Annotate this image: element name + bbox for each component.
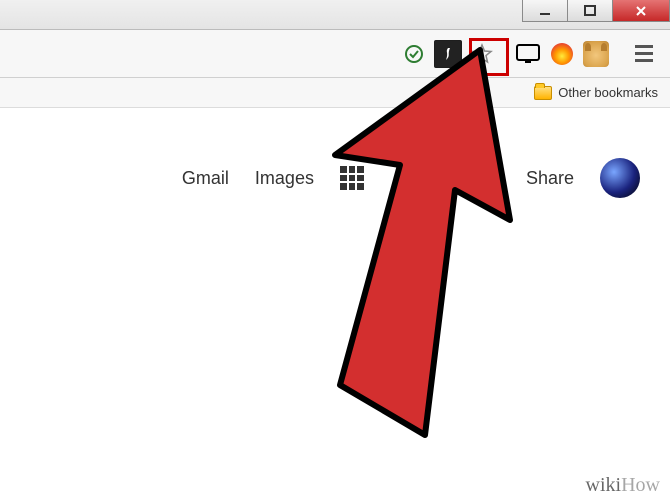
profile-avatar[interactable] xyxy=(600,158,640,198)
close-icon xyxy=(634,4,648,18)
gmail-link[interactable]: Gmail xyxy=(182,168,229,189)
maximize-button[interactable] xyxy=(567,0,613,22)
other-bookmarks-link[interactable]: Other bookmarks xyxy=(558,85,658,100)
menu-button[interactable] xyxy=(630,40,658,68)
callout-arrow-icon xyxy=(270,40,530,460)
maximize-icon xyxy=(584,5,596,17)
minimize-button[interactable] xyxy=(522,0,568,22)
window-titlebar xyxy=(0,0,670,30)
close-button[interactable] xyxy=(612,0,670,22)
window-buttons xyxy=(523,0,670,29)
minimize-icon xyxy=(539,5,551,17)
watermark: wikiHow xyxy=(586,474,660,497)
watermark-prefix: wiki xyxy=(586,474,622,496)
menu-icon xyxy=(635,45,653,48)
flame-extension-icon[interactable] xyxy=(548,40,576,68)
folder-icon xyxy=(534,86,552,100)
watermark-suffix: How xyxy=(621,474,660,496)
doge-extension-icon[interactable] xyxy=(582,40,610,68)
share-link[interactable]: Share xyxy=(526,168,574,189)
